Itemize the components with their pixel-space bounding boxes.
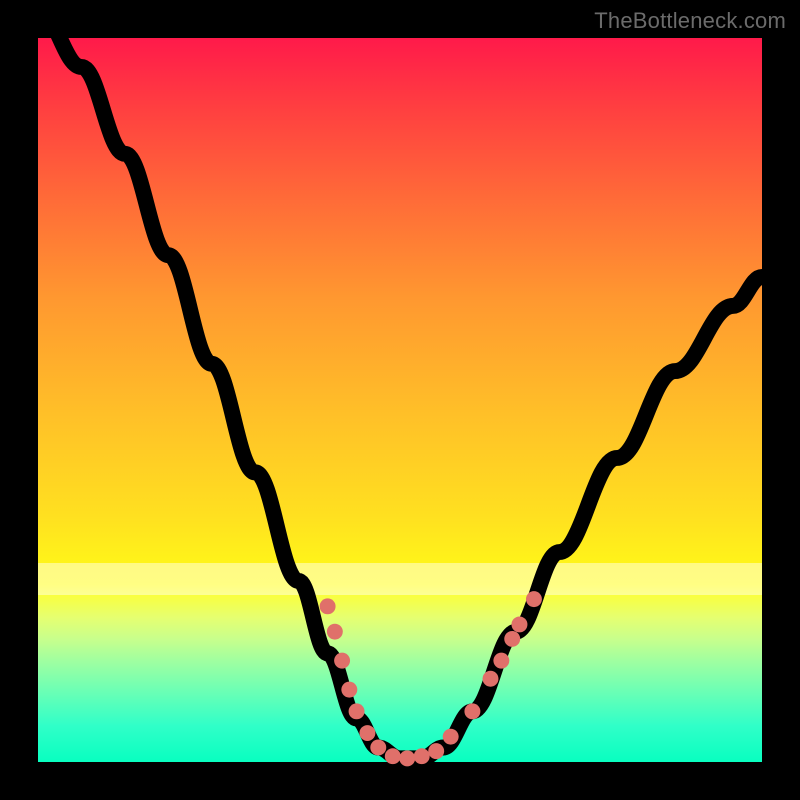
bottleneck-curve <box>38 9 762 758</box>
curve-marker <box>511 616 527 632</box>
curve-marker <box>443 729 459 745</box>
chart-frame: TheBottleneck.com <box>0 0 800 800</box>
curve-marker <box>526 591 542 607</box>
plot-area <box>38 38 762 762</box>
curve-marker <box>385 748 401 764</box>
curve-marker <box>399 750 415 766</box>
curve-marker <box>414 748 430 764</box>
curve-markers <box>320 591 542 766</box>
curve-marker <box>341 682 357 698</box>
curve-marker <box>334 653 350 669</box>
watermark-text: TheBottleneck.com <box>594 8 786 34</box>
curve-marker <box>493 653 509 669</box>
curve-marker <box>320 598 336 614</box>
curve-marker <box>370 740 386 756</box>
curve-marker <box>349 703 365 719</box>
curve-marker <box>464 703 480 719</box>
chart-svg <box>38 38 762 762</box>
curve-marker <box>359 725 375 741</box>
curve-marker <box>327 624 343 640</box>
curve-marker <box>483 671 499 687</box>
curve-marker <box>428 743 444 759</box>
curve-marker <box>504 631 520 647</box>
